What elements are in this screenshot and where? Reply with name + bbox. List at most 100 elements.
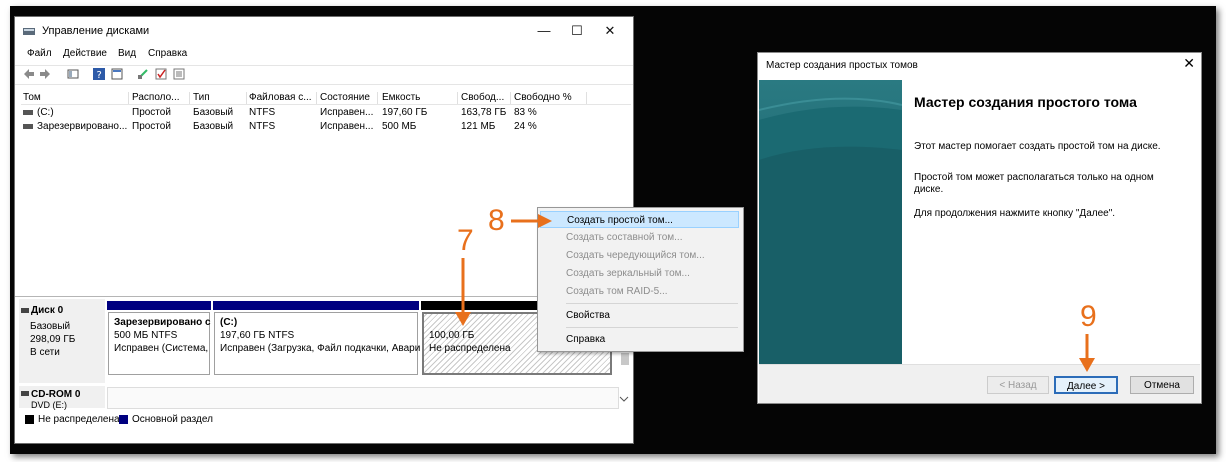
cdrom-icon xyxy=(21,391,29,396)
menu-action[interactable]: Действие xyxy=(63,48,107,59)
legend: Не распределена Основной раздел xyxy=(15,411,633,429)
disk-icon xyxy=(21,308,29,313)
menu-item-label: Создать простой том... xyxy=(567,215,673,226)
wizard-text-continue: Для продолжения нажмите кнопку "Далее". xyxy=(914,208,1116,219)
connect-icon[interactable] xyxy=(137,68,149,80)
scroll-down-icon[interactable] xyxy=(619,395,629,403)
menu-item-label: Создать чередующийся том... xyxy=(566,250,705,261)
cell-capacity: 197,60 ГБ xyxy=(382,107,428,118)
cancel-button[interactable]: Отмена xyxy=(1130,376,1194,394)
context-menu: Создать простой том... Создать составной… xyxy=(537,207,744,352)
cell-free: 121 МБ xyxy=(461,121,496,132)
volume-list-header: Том Располо... Тип Файловая с... Состоян… xyxy=(21,90,631,105)
wizard-heading: Мастер создания простого тома xyxy=(914,94,1137,110)
toolbar: ? xyxy=(15,65,633,85)
menu-item-create-spanned-volume: Создать составной том... xyxy=(540,229,739,246)
step-8-label: 8 xyxy=(488,204,505,237)
cell-type: Базовый xyxy=(193,107,234,118)
partition-status: Исправен (Загрузка, Файл подкачки, Авари xyxy=(220,343,421,354)
back-arrow-icon[interactable] xyxy=(23,68,35,80)
disk-0-label[interactable]: Диск 0 Базовый 298,09 ГБ В сети xyxy=(19,299,105,383)
cell-filesystem: NTFS xyxy=(249,107,276,118)
column-header-type[interactable]: Тип xyxy=(193,92,247,104)
column-header-capacity[interactable]: Емкость xyxy=(382,92,458,104)
new-simple-volume-wizard: Мастер создания простых томов ✕ Мастер с… xyxy=(757,52,1202,404)
minimize-button[interactable]: — xyxy=(529,21,559,41)
menu-item-create-raid5-volume: Создать том RAID-5... xyxy=(540,283,739,300)
disk-0-size: 298,09 ГБ xyxy=(30,334,76,345)
menu-file[interactable]: Файл xyxy=(27,48,52,59)
cdrom-label[interactable]: CD-ROM 0 DVD (E:) xyxy=(19,386,105,410)
menu-item-properties[interactable]: Свойства xyxy=(540,307,739,324)
cell-capacity: 500 МБ xyxy=(382,121,417,132)
column-header-filesystem[interactable]: Файловая с... xyxy=(249,92,317,104)
menu-item-label: Создать составной том... xyxy=(566,232,683,243)
legend-swatch-primary xyxy=(119,415,128,424)
table-row[interactable]: (C:) Простой Базовый NTFS Исправен... 19… xyxy=(21,106,631,120)
wizard-close-button[interactable]: ✕ xyxy=(1183,55,1195,72)
properties-icon[interactable] xyxy=(111,68,123,80)
menu-help[interactable]: Справка xyxy=(148,48,187,59)
wizard-text-simple-b: диске. xyxy=(914,184,944,195)
column-header-free[interactable]: Свобод... xyxy=(461,92,511,104)
partition-c[interactable]: (C:) 197,60 ГБ NTFS Исправен (Загрузка, … xyxy=(213,301,421,375)
drive-icon xyxy=(23,124,33,129)
menu-separator xyxy=(566,303,738,304)
partition-box: Зарезервировано с 500 МБ NTFS Исправен (… xyxy=(108,312,211,375)
forward-arrow-icon[interactable] xyxy=(39,68,51,80)
partition-reserved[interactable]: Зарезервировано с 500 МБ NTFS Исправен (… xyxy=(107,301,211,375)
step-7-label: 7 xyxy=(457,224,474,257)
menu-separator xyxy=(566,327,738,328)
column-header-layout[interactable]: Располо... xyxy=(132,92,190,104)
wizard-content: Мастер создания простого тома Этот масте… xyxy=(902,80,1200,364)
cell-volume: (C:) xyxy=(37,107,54,118)
cell-layout: Простой xyxy=(132,121,171,132)
disk-0-type: Базовый xyxy=(30,321,71,332)
legend-primary: Основной раздел xyxy=(132,414,213,425)
disk-0-name: Диск 0 xyxy=(31,305,64,316)
menu-item-label: Справка xyxy=(566,334,606,345)
column-header-status[interactable]: Состояние xyxy=(320,92,378,104)
menu-item-create-mirrored-volume: Создать зеркальный том... xyxy=(540,265,739,282)
wizard-banner-graphic xyxy=(759,97,902,364)
partition-size: 100,00 ГБ xyxy=(429,330,475,341)
partition-size: 500 МБ NTFS xyxy=(114,330,178,341)
column-header-free-percent[interactable]: Свободно % xyxy=(514,92,587,104)
partition-name: (C:) xyxy=(220,317,238,328)
maximize-button[interactable]: ☐ xyxy=(562,21,592,41)
menu-view[interactable]: Вид xyxy=(118,48,136,59)
wizard-title: Мастер создания простых томов xyxy=(766,60,918,71)
wizard-side-banner xyxy=(759,80,902,364)
cell-free-percent: 24 % xyxy=(514,121,537,132)
help-icon[interactable]: ? xyxy=(93,68,105,80)
cdrom-area xyxy=(107,387,619,409)
cell-volume: Зарезервировано... xyxy=(37,121,128,132)
partition-box: (C:) 197,60 ГБ NTFS Исправен (Загрузка, … xyxy=(214,312,421,375)
disk-0-status: В сети xyxy=(30,347,60,358)
legend-swatch-unallocated xyxy=(25,415,34,424)
window-title: Управление дисками xyxy=(42,25,150,37)
partition-bar-primary xyxy=(107,301,211,310)
partition-name: Зарезервировано с xyxy=(114,317,211,328)
disk-management-icon xyxy=(23,28,35,35)
back-button: < Назад xyxy=(987,376,1049,394)
scrollbar-thumb[interactable] xyxy=(621,353,629,365)
cell-free: 163,78 ГБ xyxy=(461,107,507,118)
menu-item-create-striped-volume: Создать чередующийся том... xyxy=(540,247,739,264)
console-tree-icon[interactable] xyxy=(67,68,79,80)
menu-item-create-simple-volume[interactable]: Создать простой том... xyxy=(540,211,739,228)
menu-item-help[interactable]: Справка xyxy=(540,331,739,348)
wizard-footer: < Назад Далее > Отмена xyxy=(759,364,1200,403)
menu-item-label: Создать том RAID-5... xyxy=(566,286,668,297)
partition-status: Не распределена xyxy=(429,343,511,354)
table-row[interactable]: Зарезервировано... Простой Базовый NTFS … xyxy=(21,120,631,134)
svg-text:?: ? xyxy=(97,70,102,80)
next-button[interactable]: Далее > xyxy=(1054,376,1118,394)
partition-size: 197,60 ГБ NTFS xyxy=(220,330,295,341)
check-icon[interactable] xyxy=(155,68,167,80)
list-view-icon[interactable] xyxy=(173,68,185,80)
step-9-label: 9 xyxy=(1080,300,1097,333)
column-header-volume[interactable]: Том xyxy=(23,92,129,104)
close-button[interactable]: ✕ xyxy=(595,21,625,41)
partition-status: Исправен (Система, xyxy=(114,343,209,354)
